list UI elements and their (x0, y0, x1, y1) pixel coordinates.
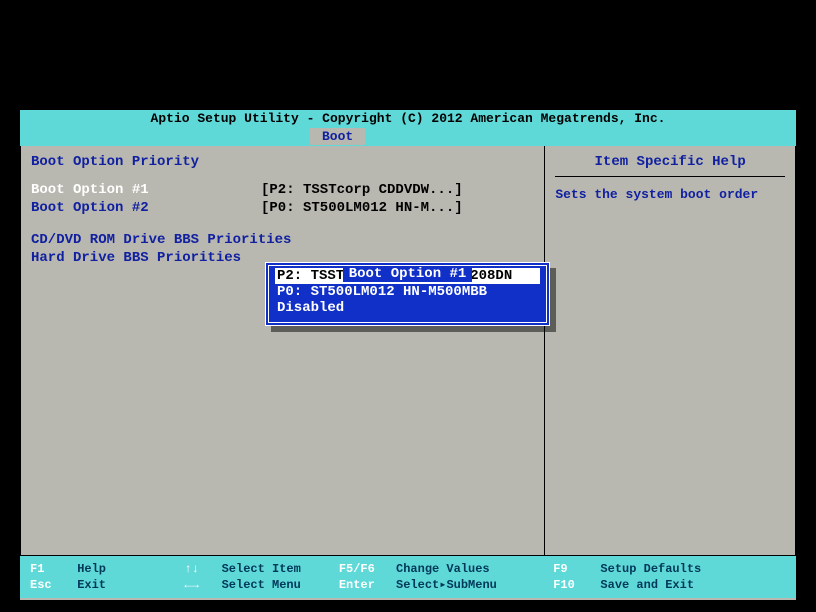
help-panel: Item Specific Help Sets the system boot … (545, 146, 795, 555)
footer-row-1: F1 Help ↑↓ Select Item F5/F6 Change Valu… (30, 561, 786, 577)
bios-screen: Aptio Setup Utility - Copyright (C) 2012… (20, 110, 796, 600)
label-select-submenu: Select▸SubMenu (396, 577, 546, 593)
tab-bar[interactable]: Boot (20, 128, 796, 146)
boot-option-2-value: [P0: ST500LM012 HN-M...] (261, 200, 463, 216)
key-f5f6: F5/F6 (339, 561, 389, 577)
label-change-values: Change Values (396, 561, 546, 577)
footer-bar: F1 Help ↑↓ Select Item F5/F6 Change Valu… (20, 556, 796, 598)
left-panel: Boot Option Priority Boot Option #1 [P2:… (21, 146, 545, 555)
boot-option-1-label: Boot Option #1 (31, 182, 261, 198)
tab-boot[interactable]: Boot (310, 128, 365, 145)
section-header: Boot Option Priority (31, 154, 534, 170)
label-save-exit: Save and Exit (600, 577, 694, 593)
label-help: Help (77, 561, 177, 577)
label-select-menu: Select Menu (222, 577, 332, 593)
key-updown: ↑↓ (184, 561, 214, 577)
key-f1: F1 (30, 561, 70, 577)
popup-option-disabled[interactable]: Disabled (275, 300, 540, 316)
key-enter: Enter (339, 577, 389, 593)
submenu-cddvd[interactable]: CD/DVD ROM Drive BBS Priorities (31, 232, 534, 248)
title-bar: Aptio Setup Utility - Copyright (C) 2012… (20, 110, 796, 128)
boot-option-2-row[interactable]: Boot Option #2 [P0: ST500LM012 HN-M...] (31, 200, 534, 216)
key-f9: F9 (553, 561, 593, 577)
title-text: Aptio Setup Utility - Copyright (C) 2012… (151, 111, 666, 126)
key-f10: F10 (553, 577, 593, 593)
boot-option-popup: Boot Option #1 P2: TSSTcorp CDDVDW SN-20… (265, 262, 550, 326)
key-esc: Esc (30, 577, 70, 593)
main-area: Boot Option Priority Boot Option #1 [P2:… (20, 146, 796, 556)
boot-option-1-row[interactable]: Boot Option #1 [P2: TSSTcorp CDDVDW...] (31, 182, 534, 198)
label-select-item: Select Item (222, 561, 332, 577)
footer-row-2: Esc Exit ←→ Select Menu Enter Select▸Sub… (30, 577, 786, 593)
help-text: Sets the system boot order (555, 187, 785, 202)
key-leftright: ←→ (184, 577, 214, 593)
label-setup-defaults: Setup Defaults (600, 561, 701, 577)
boot-option-1-value: [P2: TSSTcorp CDDVDW...] (261, 182, 463, 198)
help-header: Item Specific Help (555, 154, 785, 177)
label-exit: Exit (77, 577, 177, 593)
popup-option-p0[interactable]: P0: ST500LM012 HN-M500MBB (275, 284, 540, 300)
boot-option-2-label: Boot Option #2 (31, 200, 261, 216)
popup-title: Boot Option #1 (343, 266, 473, 282)
